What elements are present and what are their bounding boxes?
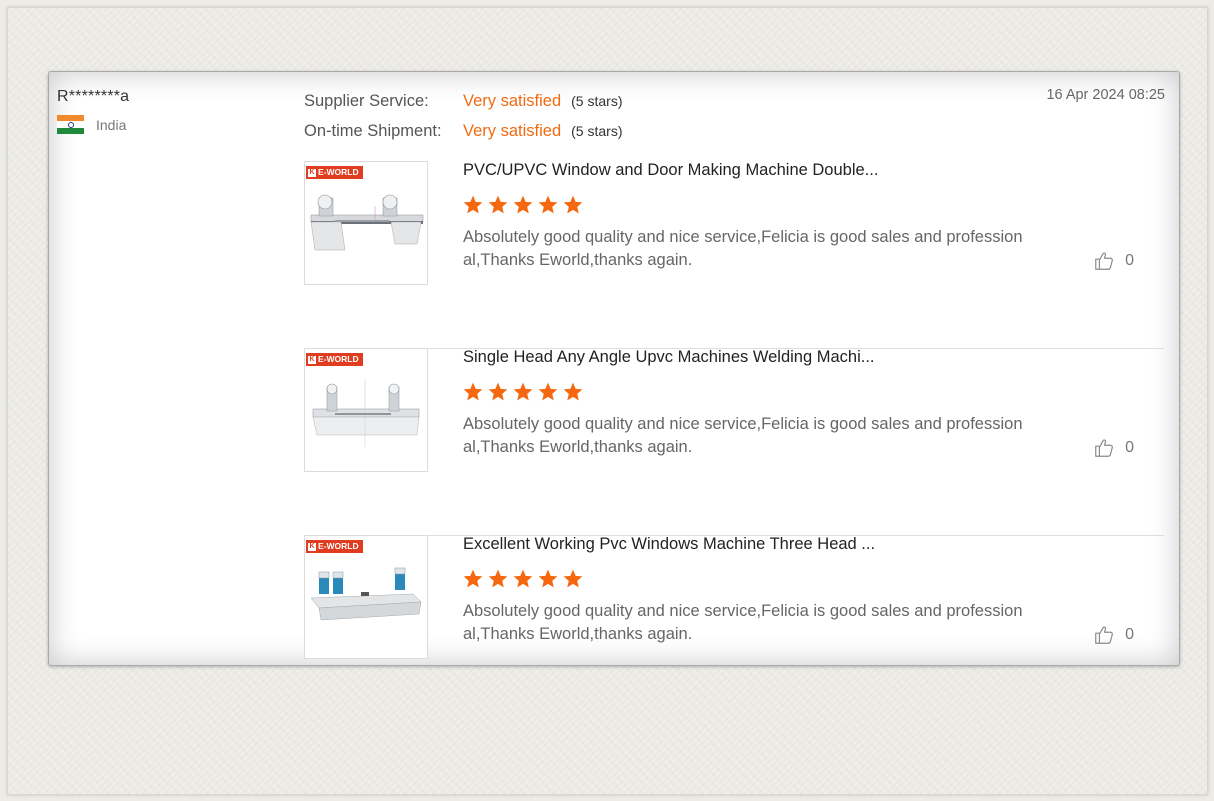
rating-label: Supplier Service: (304, 91, 429, 110)
star-icon (513, 382, 533, 401)
review-text: Absolutely good quality and nice service… (463, 228, 1023, 269)
product-title-link[interactable]: Excellent Working Pvc Windows Machine Th… (463, 535, 875, 554)
product-title-link[interactable]: Single Head Any Angle Upvc Machines Weld… (463, 348, 875, 367)
rating-supplier-service: Supplier Service: Very satisfied (5 star… (304, 86, 622, 116)
review-text: Absolutely good quality and nice service… (463, 415, 1023, 456)
like-button[interactable]: 0 (1093, 437, 1134, 459)
reviewer-country: India (57, 115, 129, 134)
like-button[interactable]: 0 (1093, 624, 1134, 646)
thumbs-up-icon (1095, 439, 1114, 457)
brand-logo: K E-WORLD (306, 353, 363, 366)
thumbs-up-icon (1095, 252, 1114, 270)
product-star-rating (462, 381, 584, 403)
product-thumbnail[interactable]: K E-WORLD (304, 161, 428, 285)
product-review-item: K E-WORLD Single Head Any Angle Upvc Mach… (304, 348, 1164, 536)
star-icon (538, 195, 558, 214)
reviewer-name: R********a (57, 88, 130, 105)
like-count: 0 (1125, 439, 1134, 456)
machine-image (312, 379, 420, 447)
rating-on-time-shipment: On-time Shipment: Very satisfied (5 star… (304, 116, 622, 146)
star-icon (513, 569, 533, 588)
product-thumbnail[interactable]: K E-WORLD (304, 348, 428, 472)
star-icon (563, 195, 583, 214)
rating-value: Very satisfied (463, 121, 562, 140)
overall-ratings: Supplier Service: Very satisfied (5 star… (304, 86, 622, 146)
review-text: Absolutely good quality and nice service… (463, 602, 1023, 643)
star-icon (488, 195, 508, 214)
like-count: 0 (1125, 626, 1134, 643)
review-date: 16 Apr 2024 08:25 (1046, 87, 1165, 103)
country-name: India (96, 116, 127, 133)
rating-stars-count: (5 stars) (571, 93, 623, 109)
product-thumbnail[interactable]: K E-WORLD (304, 535, 428, 659)
brand-logo: K E-WORLD (306, 166, 363, 179)
product-review-item: K E-WORLD PVC/UPVC Window and Door Making… (304, 161, 1164, 349)
india-flag-icon (57, 115, 84, 134)
machine-image (310, 194, 424, 251)
star-icon (513, 195, 533, 214)
star-icon (488, 569, 508, 588)
like-count: 0 (1125, 252, 1134, 269)
product-review-item: K E-WORLD Excellent Working Pvc Windows M… (304, 535, 1164, 665)
product-star-rating (462, 194, 584, 216)
star-icon (538, 382, 558, 401)
page-background: R********a India Supplier Service: Very … (7, 7, 1208, 795)
star-icon (563, 382, 583, 401)
reviewer-info: R********a India (57, 88, 129, 134)
review-card: R********a India Supplier Service: Very … (48, 71, 1180, 666)
like-button[interactable]: 0 (1093, 250, 1134, 272)
star-icon (463, 569, 483, 588)
rating-stars-count: (5 stars) (571, 123, 623, 139)
brand-logo: K E-WORLD (306, 540, 363, 553)
star-icon (463, 382, 483, 401)
rating-label: On-time Shipment: (304, 121, 442, 140)
star-icon (563, 569, 583, 588)
rating-value: Very satisfied (463, 91, 562, 110)
thumbs-up-icon (1095, 626, 1114, 644)
star-icon (488, 382, 508, 401)
star-icon (463, 195, 483, 214)
product-title-link[interactable]: PVC/UPVC Window and Door Making Machine … (463, 161, 878, 180)
product-star-rating (462, 568, 584, 590)
machine-image (310, 567, 422, 621)
star-icon (538, 569, 558, 588)
